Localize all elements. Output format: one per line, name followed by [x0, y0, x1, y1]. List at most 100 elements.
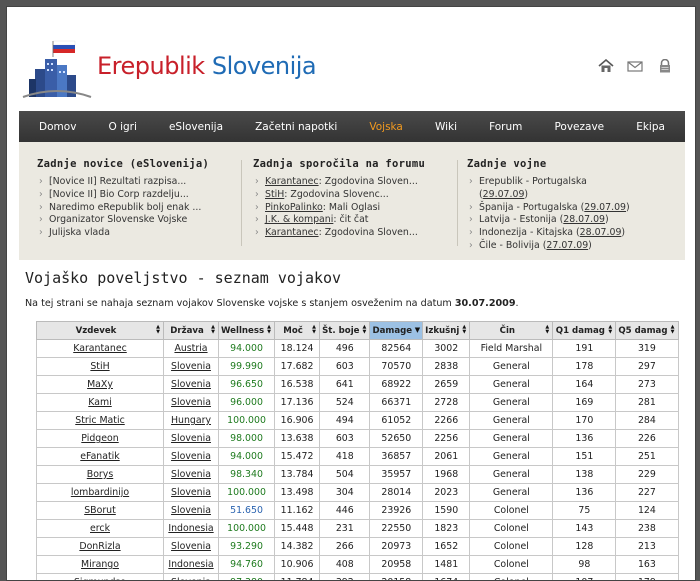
cell-country[interactable]: Slovenia — [163, 573, 219, 580]
cell-nickname[interactable]: SBorut — [36, 501, 164, 520]
cell-country[interactable]: Slovenia — [163, 465, 219, 484]
cell-country[interactable]: Hungary — [163, 411, 219, 430]
forum-item: Karantanec: Zgodovina Sloven... — [253, 227, 425, 240]
home-icon[interactable] — [598, 59, 614, 73]
column-header[interactable]: Q5 damag ▲▼ — [615, 321, 679, 340]
war-item[interactable]: Erepublik - Portugalska(29.07.09) — [467, 176, 630, 202]
forum-item-text[interactable]: : Zgodovina Sloven... — [319, 176, 418, 187]
forum-user-link[interactable]: PinkoPalinko — [265, 202, 323, 213]
forum-user-link[interactable]: J.K. & kompani — [265, 214, 333, 225]
sort-icon[interactable]: ▲▼ — [607, 325, 613, 335]
war-date-link[interactable]: 28.07.09 — [580, 227, 622, 238]
nav-item-povezave[interactable]: Povezave — [554, 121, 604, 133]
column-header[interactable]: Čin ▲▼ — [469, 321, 554, 340]
war-item[interactable]: Čile - Bolivija (27.07.09) — [467, 240, 630, 253]
nav-item-ekipa[interactable]: Ekipa — [636, 121, 665, 133]
cell-nickname[interactable]: Kami — [36, 393, 164, 412]
nav-item-o-igri[interactable]: O igri — [108, 121, 136, 133]
war-date-link[interactable]: 28.07.09 — [563, 214, 605, 225]
table-row: Stric Matic Hungary 100.000 16.906 494 61052 2… — [36, 411, 679, 430]
sort-icon[interactable]: ▼ — [415, 326, 420, 334]
cell-country[interactable]: Austria — [163, 339, 219, 358]
logo[interactable] — [21, 35, 93, 101]
cell-nickname[interactable]: Karantanec — [36, 339, 164, 358]
sort-icon[interactable]: ▲▼ — [461, 325, 467, 335]
forum-item-text[interactable]: : čit čat — [333, 214, 368, 225]
column-header-label: Wellness — [221, 325, 265, 336]
news-item[interactable]: Organizator Slovenske Vojske — [37, 214, 209, 227]
site-title[interactable]: Erepublik Slovenija — [97, 52, 317, 80]
cell-fights: 603 — [319, 357, 371, 376]
forum-user-link[interactable]: StiH — [265, 189, 284, 200]
nav-item-vojska[interactable]: Vojska — [369, 121, 403, 133]
mail-icon[interactable] — [627, 59, 643, 73]
news-item[interactable]: Julijska vlada — [37, 227, 209, 240]
sort-icon[interactable]: ▲▼ — [155, 325, 161, 335]
column-header[interactable]: Vzdevek ▲▼ — [36, 321, 164, 340]
cell-country[interactable]: Slovenia — [163, 357, 219, 376]
cell-country[interactable]: Slovenia — [163, 537, 219, 556]
forum-item-text[interactable]: : Mali Oglasi — [323, 202, 380, 213]
lock-icon[interactable] — [657, 59, 673, 73]
nav-item-eslovenija[interactable]: eSlovenija — [169, 121, 223, 133]
cell-country[interactable]: Slovenia — [163, 429, 219, 448]
page-title: Vojaško poveljstvo - seznam vojakov — [25, 269, 342, 287]
cell-nickname[interactable]: eFanatik — [36, 447, 164, 466]
sort-icon[interactable]: ▲▼ — [544, 325, 550, 335]
forum-item-text[interactable]: : Zgodovina Sloven... — [319, 227, 418, 238]
cell-country[interactable]: Slovenia — [163, 501, 219, 520]
nav-item-zacetni-napotki[interactable]: Začetni napotki — [255, 121, 337, 133]
war-item[interactable]: Latvija - Estonija (28.07.09) — [467, 214, 630, 227]
nav-item-wiki[interactable]: Wiki — [435, 121, 457, 133]
cell-nickname[interactable]: StiH — [36, 357, 164, 376]
nav-item-forum[interactable]: Forum — [489, 121, 522, 133]
cell-country[interactable]: Slovenia — [163, 483, 219, 502]
cell-country[interactable]: Indonesia — [163, 555, 219, 574]
cell-q5-damage: 226 — [615, 429, 679, 448]
war-item[interactable]: Španija - Portugalska (29.07.09) — [467, 202, 630, 215]
cell-nickname[interactable]: Stric Matic — [36, 411, 164, 430]
war-date-link[interactable]: 29.07.09 — [483, 189, 525, 200]
cell-nickname[interactable]: Mirango — [36, 555, 164, 574]
sort-icon[interactable]: ▲▼ — [361, 325, 367, 335]
column-divider — [457, 160, 458, 246]
cell-nickname[interactable]: Sigmundso — [36, 573, 164, 580]
war-date-link[interactable]: 27.07.09 — [546, 240, 588, 251]
cell-wellness: 100.000 — [217, 519, 276, 538]
table-row: SBorut Slovenia 51.650 11.162 446 23926 1590 Co… — [36, 501, 679, 520]
cell-damage: 70570 — [369, 357, 424, 376]
cell-country[interactable]: Indonesia — [163, 519, 219, 538]
column-header[interactable]: Moč ▲▼ — [274, 321, 321, 340]
war-item[interactable]: Indonezija - Kitajska (28.07.09) — [467, 227, 630, 240]
column-header[interactable]: Damage ▼ — [369, 321, 424, 340]
column-header[interactable]: Št. boje ▲▼ — [319, 321, 371, 340]
cell-nickname[interactable]: MaXy — [36, 375, 164, 394]
cell-q1-damage: 178 — [552, 357, 617, 376]
forum-user-link[interactable]: Karantanec — [265, 227, 319, 238]
cell-q1-damage: 128 — [552, 537, 617, 556]
column-header[interactable]: Izkušnj ▲▼ — [422, 321, 471, 340]
cell-nickname[interactable]: Pidgeon — [36, 429, 164, 448]
sort-icon[interactable]: ▲▼ — [670, 325, 676, 335]
cell-q1-damage: 151 — [552, 447, 617, 466]
news-item[interactable]: [Novice II] Bio Corp razdelju... — [37, 189, 209, 202]
column-header[interactable]: Država ▲▼ — [163, 321, 219, 340]
news-item[interactable]: Naredimo eRepublik bolj enak ... — [37, 202, 209, 215]
column-header[interactable]: Q1 damag ▲▼ — [552, 321, 617, 340]
cell-country[interactable]: Slovenia — [163, 393, 219, 412]
cell-country[interactable]: Slovenia — [163, 447, 219, 466]
war-date-link[interactable]: 29.07.09 — [584, 202, 626, 213]
cell-nickname[interactable]: DonRizla — [36, 537, 164, 556]
cell-nickname[interactable]: erck — [36, 519, 164, 538]
cell-nickname[interactable]: Borys — [36, 465, 164, 484]
cell-nickname[interactable]: lombardinijo — [36, 483, 164, 502]
news-item[interactable]: [Novice II] Rezultati razpisa... — [37, 176, 209, 189]
column-header[interactable]: Wellness ▲▼ — [217, 321, 276, 340]
forum-item-text[interactable]: : Zgodovina Slovenc... — [284, 189, 388, 200]
sort-icon[interactable]: ▲▼ — [210, 325, 216, 335]
nav-item-domov[interactable]: Domov — [39, 121, 76, 133]
sort-icon[interactable]: ▲▼ — [311, 325, 317, 335]
forum-user-link[interactable]: Karantanec — [265, 176, 319, 187]
sort-icon[interactable]: ▲▼ — [266, 325, 272, 335]
cell-country[interactable]: Slovenia — [163, 375, 219, 394]
